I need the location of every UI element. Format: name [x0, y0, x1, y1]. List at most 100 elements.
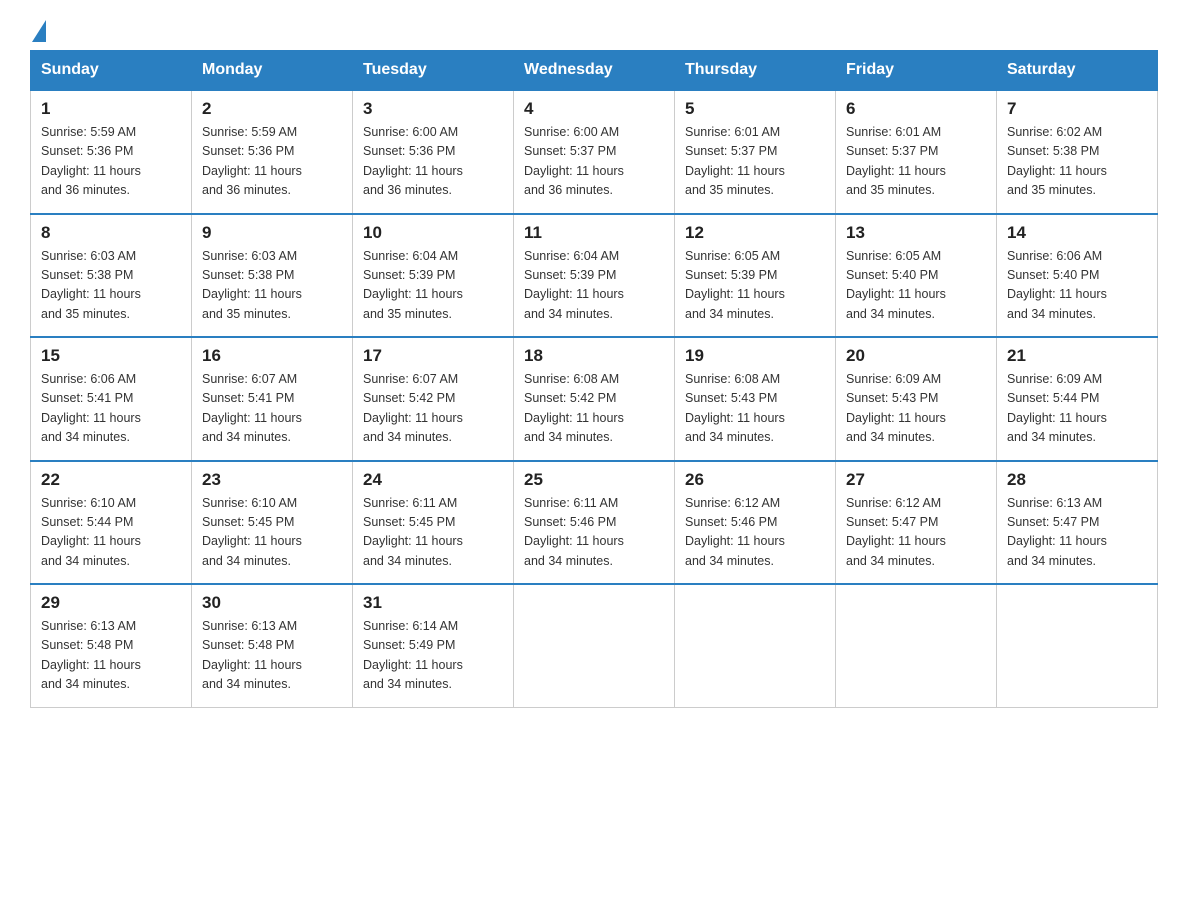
- week-row-2: 8 Sunrise: 6:03 AMSunset: 5:38 PMDayligh…: [31, 214, 1158, 338]
- day-info: Sunrise: 6:02 AMSunset: 5:38 PMDaylight:…: [1007, 125, 1107, 197]
- calendar-cell: 29 Sunrise: 6:13 AMSunset: 5:48 PMDaylig…: [31, 584, 192, 707]
- calendar-cell: 18 Sunrise: 6:08 AMSunset: 5:42 PMDaylig…: [514, 337, 675, 461]
- day-info: Sunrise: 6:06 AMSunset: 5:41 PMDaylight:…: [41, 372, 141, 444]
- calendar-cell: 20 Sunrise: 6:09 AMSunset: 5:43 PMDaylig…: [836, 337, 997, 461]
- day-number: 31: [363, 593, 503, 613]
- day-number: 6: [846, 99, 986, 119]
- day-number: 4: [524, 99, 664, 119]
- day-info: Sunrise: 6:00 AMSunset: 5:37 PMDaylight:…: [524, 125, 624, 197]
- day-number: 8: [41, 223, 181, 243]
- weekday-header-wednesday: Wednesday: [514, 51, 675, 91]
- calendar-table: SundayMondayTuesdayWednesdayThursdayFrid…: [30, 50, 1158, 708]
- day-number: 30: [202, 593, 342, 613]
- day-number: 11: [524, 223, 664, 243]
- day-info: Sunrise: 6:03 AMSunset: 5:38 PMDaylight:…: [41, 249, 141, 321]
- day-number: 5: [685, 99, 825, 119]
- day-number: 7: [1007, 99, 1147, 119]
- day-info: Sunrise: 6:09 AMSunset: 5:44 PMDaylight:…: [1007, 372, 1107, 444]
- calendar-cell: 23 Sunrise: 6:10 AMSunset: 5:45 PMDaylig…: [192, 461, 353, 585]
- calendar-cell: [675, 584, 836, 707]
- calendar-cell: 7 Sunrise: 6:02 AMSunset: 5:38 PMDayligh…: [997, 90, 1158, 214]
- calendar-cell: [836, 584, 997, 707]
- day-info: Sunrise: 6:08 AMSunset: 5:42 PMDaylight:…: [524, 372, 624, 444]
- day-info: Sunrise: 6:09 AMSunset: 5:43 PMDaylight:…: [846, 372, 946, 444]
- day-number: 20: [846, 346, 986, 366]
- calendar-cell: 22 Sunrise: 6:10 AMSunset: 5:44 PMDaylig…: [31, 461, 192, 585]
- calendar-cell: 10 Sunrise: 6:04 AMSunset: 5:39 PMDaylig…: [353, 214, 514, 338]
- day-info: Sunrise: 6:05 AMSunset: 5:39 PMDaylight:…: [685, 249, 785, 321]
- calendar-cell: 26 Sunrise: 6:12 AMSunset: 5:46 PMDaylig…: [675, 461, 836, 585]
- calendar-cell: 25 Sunrise: 6:11 AMSunset: 5:46 PMDaylig…: [514, 461, 675, 585]
- day-number: 3: [363, 99, 503, 119]
- calendar-cell: 16 Sunrise: 6:07 AMSunset: 5:41 PMDaylig…: [192, 337, 353, 461]
- weekday-header-tuesday: Tuesday: [353, 51, 514, 91]
- day-info: Sunrise: 6:13 AMSunset: 5:47 PMDaylight:…: [1007, 496, 1107, 568]
- weekday-header-sunday: Sunday: [31, 51, 192, 91]
- calendar-cell: [514, 584, 675, 707]
- calendar-cell: [997, 584, 1158, 707]
- calendar-cell: 5 Sunrise: 6:01 AMSunset: 5:37 PMDayligh…: [675, 90, 836, 214]
- day-number: 13: [846, 223, 986, 243]
- calendar-cell: 28 Sunrise: 6:13 AMSunset: 5:47 PMDaylig…: [997, 461, 1158, 585]
- calendar-cell: 14 Sunrise: 6:06 AMSunset: 5:40 PMDaylig…: [997, 214, 1158, 338]
- day-number: 19: [685, 346, 825, 366]
- day-info: Sunrise: 6:01 AMSunset: 5:37 PMDaylight:…: [846, 125, 946, 197]
- day-info: Sunrise: 6:07 AMSunset: 5:41 PMDaylight:…: [202, 372, 302, 444]
- day-info: Sunrise: 6:13 AMSunset: 5:48 PMDaylight:…: [41, 619, 141, 691]
- calendar-cell: 2 Sunrise: 5:59 AMSunset: 5:36 PMDayligh…: [192, 90, 353, 214]
- day-number: 21: [1007, 346, 1147, 366]
- week-row-3: 15 Sunrise: 6:06 AMSunset: 5:41 PMDaylig…: [31, 337, 1158, 461]
- day-number: 16: [202, 346, 342, 366]
- day-info: Sunrise: 6:08 AMSunset: 5:43 PMDaylight:…: [685, 372, 785, 444]
- day-info: Sunrise: 6:00 AMSunset: 5:36 PMDaylight:…: [363, 125, 463, 197]
- weekday-header-friday: Friday: [836, 51, 997, 91]
- week-row-4: 22 Sunrise: 6:10 AMSunset: 5:44 PMDaylig…: [31, 461, 1158, 585]
- day-info: Sunrise: 6:10 AMSunset: 5:45 PMDaylight:…: [202, 496, 302, 568]
- day-number: 22: [41, 470, 181, 490]
- day-info: Sunrise: 6:06 AMSunset: 5:40 PMDaylight:…: [1007, 249, 1107, 321]
- day-info: Sunrise: 6:01 AMSunset: 5:37 PMDaylight:…: [685, 125, 785, 197]
- calendar-cell: 12 Sunrise: 6:05 AMSunset: 5:39 PMDaylig…: [675, 214, 836, 338]
- day-number: 12: [685, 223, 825, 243]
- weekday-header-thursday: Thursday: [675, 51, 836, 91]
- weekday-header-saturday: Saturday: [997, 51, 1158, 91]
- day-info: Sunrise: 6:04 AMSunset: 5:39 PMDaylight:…: [524, 249, 624, 321]
- day-number: 27: [846, 470, 986, 490]
- calendar-cell: 17 Sunrise: 6:07 AMSunset: 5:42 PMDaylig…: [353, 337, 514, 461]
- calendar-cell: 1 Sunrise: 5:59 AMSunset: 5:36 PMDayligh…: [31, 90, 192, 214]
- calendar-cell: 3 Sunrise: 6:00 AMSunset: 5:36 PMDayligh…: [353, 90, 514, 214]
- calendar-cell: 24 Sunrise: 6:11 AMSunset: 5:45 PMDaylig…: [353, 461, 514, 585]
- day-number: 1: [41, 99, 181, 119]
- day-info: Sunrise: 6:05 AMSunset: 5:40 PMDaylight:…: [846, 249, 946, 321]
- day-number: 15: [41, 346, 181, 366]
- day-info: Sunrise: 5:59 AMSunset: 5:36 PMDaylight:…: [41, 125, 141, 197]
- weekday-header-row: SundayMondayTuesdayWednesdayThursdayFrid…: [31, 51, 1158, 91]
- day-info: Sunrise: 6:12 AMSunset: 5:47 PMDaylight:…: [846, 496, 946, 568]
- calendar-cell: 15 Sunrise: 6:06 AMSunset: 5:41 PMDaylig…: [31, 337, 192, 461]
- day-number: 25: [524, 470, 664, 490]
- day-number: 2: [202, 99, 342, 119]
- logo-triangle-icon: [32, 20, 46, 42]
- calendar-cell: 13 Sunrise: 6:05 AMSunset: 5:40 PMDaylig…: [836, 214, 997, 338]
- calendar-cell: 19 Sunrise: 6:08 AMSunset: 5:43 PMDaylig…: [675, 337, 836, 461]
- day-number: 18: [524, 346, 664, 366]
- day-info: Sunrise: 6:04 AMSunset: 5:39 PMDaylight:…: [363, 249, 463, 321]
- calendar-cell: 9 Sunrise: 6:03 AMSunset: 5:38 PMDayligh…: [192, 214, 353, 338]
- logo: [30, 20, 46, 40]
- day-info: Sunrise: 6:10 AMSunset: 5:44 PMDaylight:…: [41, 496, 141, 568]
- day-info: Sunrise: 6:11 AMSunset: 5:45 PMDaylight:…: [363, 496, 463, 568]
- page-header: [30, 20, 1158, 40]
- day-number: 28: [1007, 470, 1147, 490]
- day-info: Sunrise: 5:59 AMSunset: 5:36 PMDaylight:…: [202, 125, 302, 197]
- day-info: Sunrise: 6:11 AMSunset: 5:46 PMDaylight:…: [524, 496, 624, 568]
- calendar-cell: 4 Sunrise: 6:00 AMSunset: 5:37 PMDayligh…: [514, 90, 675, 214]
- week-row-5: 29 Sunrise: 6:13 AMSunset: 5:48 PMDaylig…: [31, 584, 1158, 707]
- calendar-cell: 11 Sunrise: 6:04 AMSunset: 5:39 PMDaylig…: [514, 214, 675, 338]
- calendar-cell: 21 Sunrise: 6:09 AMSunset: 5:44 PMDaylig…: [997, 337, 1158, 461]
- day-number: 10: [363, 223, 503, 243]
- day-number: 9: [202, 223, 342, 243]
- day-number: 26: [685, 470, 825, 490]
- calendar-cell: 31 Sunrise: 6:14 AMSunset: 5:49 PMDaylig…: [353, 584, 514, 707]
- week-row-1: 1 Sunrise: 5:59 AMSunset: 5:36 PMDayligh…: [31, 90, 1158, 214]
- calendar-cell: 6 Sunrise: 6:01 AMSunset: 5:37 PMDayligh…: [836, 90, 997, 214]
